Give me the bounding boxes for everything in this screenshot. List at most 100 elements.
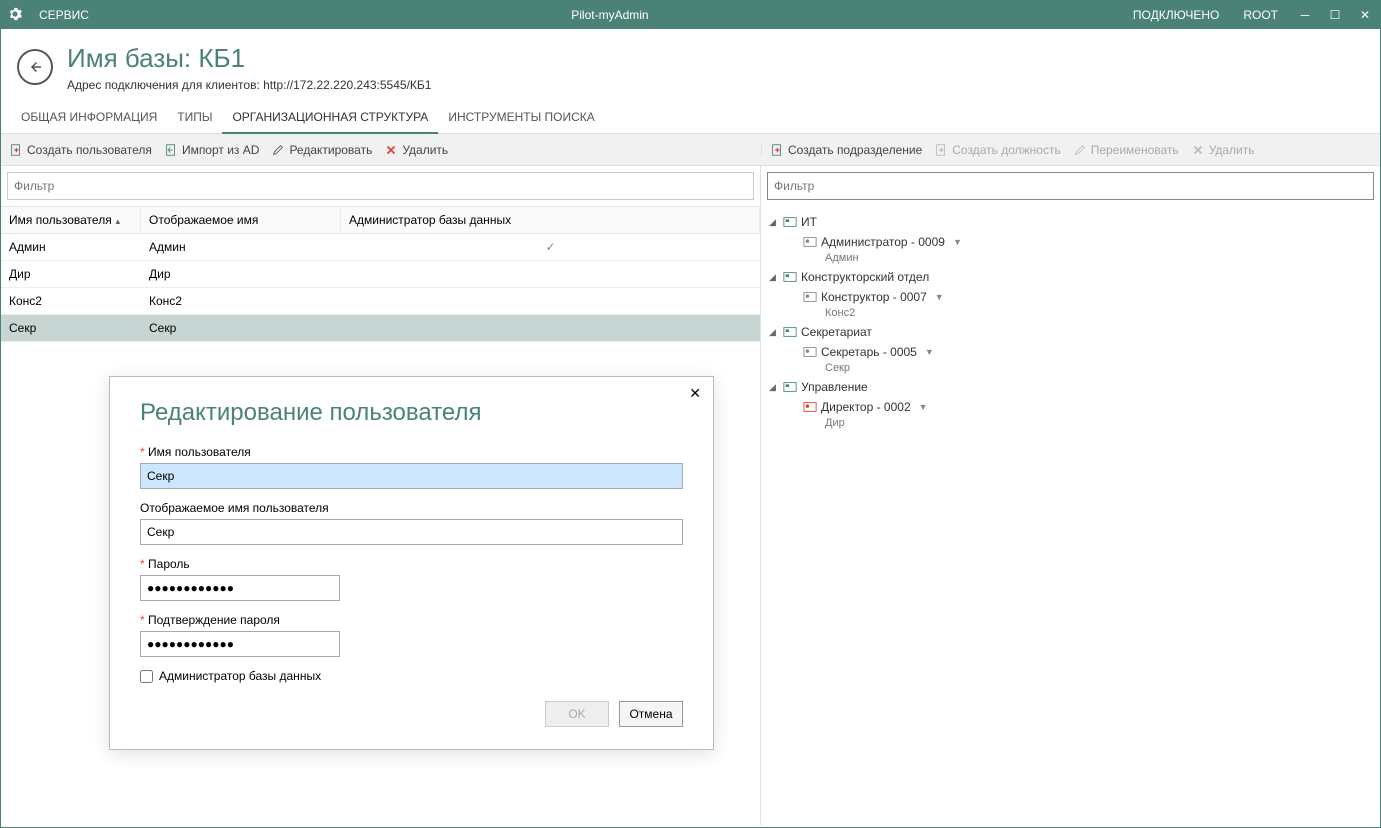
password-input[interactable]: [140, 575, 340, 601]
delete-icon: [1191, 143, 1205, 157]
create-dept-label: Создать подразделение: [788, 143, 922, 157]
maximize-button[interactable]: ☐: [1320, 8, 1350, 22]
person-card-icon: [803, 291, 817, 303]
app-title: Pilot-myAdmin: [99, 8, 1121, 22]
users-pane: Имя пользователя Отображаемое имя Админи…: [1, 166, 761, 825]
expand-icon[interactable]: ◢: [769, 272, 779, 283]
tab-org-structure[interactable]: ОРГАНИЗАЦИОННАЯ СТРУКТУРА: [222, 102, 438, 134]
delete-button[interactable]: Удалить: [384, 143, 448, 157]
confirm-input[interactable]: [140, 631, 340, 657]
org-icon: [783, 381, 797, 393]
table-row[interactable]: Админ Админ ✓: [1, 234, 760, 261]
org-filter[interactable]: [767, 172, 1374, 200]
expand-icon[interactable]: ◢: [769, 327, 779, 338]
minimize-button[interactable]: ─: [1290, 8, 1320, 22]
tree-node-it[interactable]: ◢ ИТ: [769, 212, 1372, 232]
dialog-title: Редактирование пользователя: [140, 399, 683, 427]
cell-display: Конс2: [141, 288, 341, 314]
col-username[interactable]: Имя пользователя: [1, 207, 141, 233]
tree-node-secretariat[interactable]: ◢ Секретариат: [769, 322, 1372, 342]
username-input[interactable]: [140, 463, 683, 489]
menu-service[interactable]: СЕРВИС: [29, 8, 99, 22]
tree-node-constructor[interactable]: Конструктор - 0007 ▼: [789, 287, 1372, 307]
org-icon: [783, 216, 797, 228]
edit-label: Редактировать: [289, 143, 372, 157]
chevron-down-icon[interactable]: ▼: [925, 347, 934, 357]
import-ad-button[interactable]: Импорт из AD: [164, 143, 260, 157]
edit-button[interactable]: Редактировать: [271, 143, 372, 157]
ok-button: OK: [545, 701, 609, 727]
back-button[interactable]: [17, 49, 53, 85]
tree-label: Администратор - 0009: [821, 235, 945, 249]
create-user-button[interactable]: Создать пользователя: [9, 143, 152, 157]
admin-checkbox[interactable]: [140, 670, 153, 683]
pencil-icon: [271, 143, 285, 157]
org-pane: ◢ ИТ Администратор - 0009 ▼ Админ ◢ Конст…: [761, 166, 1380, 825]
tree-label: Директор - 0002: [821, 400, 911, 414]
delete-right-label: Удалить: [1209, 143, 1255, 157]
create-dept-button[interactable]: Создать подразделение: [770, 143, 922, 157]
chevron-down-icon[interactable]: ▼: [953, 237, 962, 247]
rename-label: Переименовать: [1091, 143, 1179, 157]
tab-general[interactable]: ОБЩАЯ ИНФОРМАЦИЯ: [11, 102, 167, 133]
chevron-down-icon[interactable]: ▼: [935, 292, 944, 302]
tab-search-tools[interactable]: ИНСТРУМЕНТЫ ПОИСКА: [438, 102, 604, 133]
chevron-down-icon[interactable]: ▼: [919, 402, 928, 412]
delete-right-button: Удалить: [1191, 143, 1255, 157]
cell-admin: [341, 288, 760, 314]
dialog-close-button[interactable]: ✕: [689, 385, 701, 402]
cancel-button[interactable]: Отмена: [619, 701, 683, 727]
pencil-icon: [1073, 143, 1087, 157]
tree-node-director[interactable]: Директор - 0002 ▼: [789, 397, 1372, 417]
col-admin[interactable]: Администратор базы данных: [341, 207, 760, 233]
org-icon: [783, 326, 797, 338]
tree-node-constr[interactable]: ◢ Конструкторский отдел: [769, 267, 1372, 287]
import-ad-label: Импорт из AD: [182, 143, 260, 157]
table-row[interactable]: Дир Дир: [1, 261, 760, 288]
cell-display: Дир: [141, 261, 341, 287]
person-card-icon: [803, 236, 817, 248]
admin-checkbox-row[interactable]: Администратор базы данных: [140, 669, 683, 683]
tree-node-management[interactable]: ◢ Управление: [769, 377, 1372, 397]
display-label: Отображаемое имя пользователя: [140, 501, 683, 515]
cell-display: Секр: [141, 315, 341, 341]
table-row[interactable]: Конс2 Конс2: [1, 288, 760, 315]
add-page-icon: [934, 143, 948, 157]
cell-username: Админ: [1, 234, 141, 260]
tab-types[interactable]: ТИПЫ: [167, 102, 222, 133]
org-icon: [783, 271, 797, 283]
col-displayname[interactable]: Отображаемое имя: [141, 207, 341, 233]
display-input[interactable]: [140, 519, 683, 545]
cell-display: Админ: [141, 234, 341, 260]
tree-subtext: Секр: [825, 362, 1372, 377]
create-user-label: Создать пользователя: [27, 143, 152, 157]
person-card-icon: [803, 401, 817, 413]
table-row[interactable]: Секр Секр: [1, 315, 760, 342]
gear-icon[interactable]: [1, 7, 29, 24]
page-header: Имя базы: КБ1 Адрес подключения для клие…: [1, 29, 1380, 102]
tree-label: Секретарь - 0005: [821, 345, 917, 359]
person-card-icon: [803, 346, 817, 358]
arrow-left-icon: [26, 58, 44, 76]
close-button[interactable]: ✕: [1350, 8, 1380, 22]
tree-subtext: Админ: [825, 252, 1372, 267]
edit-user-dialog: ✕ Редактирование пользователя * Имя поль…: [109, 376, 714, 750]
expand-icon[interactable]: ◢: [769, 217, 779, 228]
cell-username: Дир: [1, 261, 141, 287]
cell-admin: [341, 261, 760, 287]
tabs: ОБЩАЯ ИНФОРМАЦИЯ ТИПЫ ОРГАНИЗАЦИОННАЯ СТ…: [1, 102, 1380, 134]
add-page-icon: [770, 143, 784, 157]
tree-label: ИТ: [801, 215, 817, 229]
rename-button: Переименовать: [1073, 143, 1179, 157]
tree-label: Управление: [801, 380, 868, 394]
tree-node-secretary[interactable]: Секретарь - 0005 ▼: [789, 342, 1372, 362]
password-label: * Пароль: [140, 557, 683, 571]
tree-label: Секретариат: [801, 325, 872, 339]
users-filter[interactable]: [7, 172, 754, 200]
toolbar: Создать пользователя Импорт из AD Редакт…: [1, 134, 1380, 166]
titlebar: СЕРВИС Pilot-myAdmin ПОДКЛЮЧЕНО ROOT ─ ☐…: [1, 1, 1380, 29]
tree-node-admin[interactable]: Администратор - 0009 ▼: [789, 232, 1372, 252]
add-page-icon: [9, 143, 23, 157]
tree-label: Конструктор - 0007: [821, 290, 927, 304]
expand-icon[interactable]: ◢: [769, 382, 779, 393]
